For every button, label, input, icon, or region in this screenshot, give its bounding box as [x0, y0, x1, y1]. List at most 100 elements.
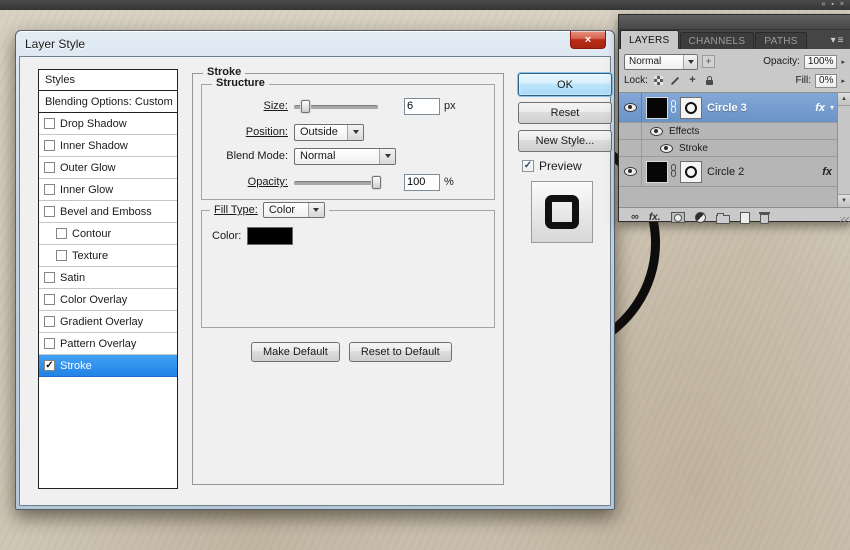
- color-swatch[interactable]: [247, 227, 293, 245]
- fx-badge[interactable]: fx: [822, 166, 832, 178]
- size-input[interactable]: [404, 98, 440, 115]
- new-layer-icon[interactable]: [740, 212, 750, 224]
- delete-layer-icon[interactable]: [760, 214, 769, 224]
- eye-icon[interactable]: [624, 103, 637, 112]
- opacity-label[interactable]: Opacity:: [208, 176, 288, 188]
- fill-flyout-icon[interactable]: ▸: [841, 77, 845, 85]
- move-lock-icon[interactable]: +: [702, 55, 715, 68]
- mask-thumbnail[interactable]: [681, 162, 701, 182]
- layer-row-circle-2[interactable]: Circle 2 fx: [619, 157, 837, 187]
- opacity-slider-track[interactable]: [294, 181, 378, 186]
- style-item-outer-glow[interactable]: Outer Glow: [39, 157, 177, 179]
- opacity-slider-thumb[interactable]: [372, 176, 381, 189]
- style-item-texture[interactable]: Texture: [39, 245, 177, 267]
- add-mask-icon[interactable]: [671, 212, 685, 223]
- opacity-flyout-icon[interactable]: ▸: [841, 58, 845, 66]
- reset-button[interactable]: Reset: [518, 102, 612, 124]
- style-item-inner-glow[interactable]: Inner Glow: [39, 179, 177, 201]
- style-item-blending-options[interactable]: Blending Options: Custom: [39, 91, 177, 113]
- adjustment-layer-icon[interactable]: [695, 212, 706, 223]
- panel-drag-bar[interactable]: [619, 15, 850, 30]
- reset-to-default-button[interactable]: Reset to Default: [349, 342, 452, 362]
- layer-name[interactable]: Circle 3: [707, 102, 747, 114]
- panel-menu-icon[interactable]: ▾ ≡: [824, 32, 850, 49]
- style-item-satin[interactable]: Satin: [39, 267, 177, 289]
- fill-value[interactable]: 0%: [815, 74, 837, 88]
- effects-header-row[interactable]: Effects: [619, 123, 837, 140]
- lock-position-icon[interactable]: +: [686, 74, 699, 87]
- checkbox[interactable]: [44, 118, 55, 129]
- collapse-panels-icon[interactable]: «: [822, 0, 826, 10]
- lock-transparency-icon[interactable]: [652, 74, 665, 87]
- style-item-pattern-overlay[interactable]: Pattern Overlay: [39, 333, 177, 355]
- style-item-stroke[interactable]: ✓ Stroke: [39, 355, 177, 377]
- mask-link-icon[interactable]: [669, 164, 677, 179]
- eye-icon[interactable]: [650, 127, 663, 136]
- checkbox[interactable]: [44, 338, 55, 349]
- dialog-close-button[interactable]: ×: [570, 31, 606, 49]
- layer-row-circle-3[interactable]: Circle 3 fx ▾: [619, 93, 837, 123]
- effect-label[interactable]: Stroke: [679, 143, 708, 154]
- visibility-cell[interactable]: [619, 157, 642, 186]
- preview-checkbox[interactable]: ✓: [522, 160, 534, 172]
- tab-layers[interactable]: LAYERS: [620, 30, 679, 49]
- checkbox[interactable]: [56, 228, 67, 239]
- checkbox[interactable]: [44, 162, 55, 173]
- mask-thumbnail[interactable]: [681, 98, 701, 118]
- dropdown-arrow-zone[interactable]: [308, 203, 324, 217]
- effect-stroke-row[interactable]: Stroke: [619, 140, 837, 157]
- lock-pixels-icon[interactable]: [669, 74, 682, 87]
- layer-thumbnail[interactable]: [647, 162, 667, 182]
- styles-list-header[interactable]: Styles: [39, 70, 177, 91]
- layer-style-icon[interactable]: fx.: [649, 213, 661, 223]
- blend-mode-dropdown[interactable]: Normal: [294, 148, 396, 165]
- new-style-button[interactable]: New Style...: [518, 130, 612, 152]
- new-group-icon[interactable]: [716, 215, 730, 224]
- checkbox[interactable]: [44, 294, 55, 305]
- size-slider[interactable]: [294, 99, 378, 114]
- checkbox-checked[interactable]: ✓: [44, 360, 55, 371]
- checkbox[interactable]: [44, 140, 55, 151]
- checkbox[interactable]: [44, 184, 55, 195]
- opacity-input[interactable]: [404, 174, 440, 191]
- close-icon[interactable]: ×: [840, 0, 844, 10]
- scroll-down-icon[interactable]: ▼: [838, 194, 850, 207]
- layers-scrollbar[interactable]: ▲ ▼: [837, 93, 850, 207]
- style-item-bevel-emboss[interactable]: Bevel and Emboss: [39, 201, 177, 223]
- opacity-slider[interactable]: [294, 175, 378, 190]
- panel-resize-grip[interactable]: [840, 217, 849, 226]
- fill-type-dropdown[interactable]: Color: [263, 202, 325, 218]
- checkbox[interactable]: [56, 250, 67, 261]
- tab-channels[interactable]: CHANNELS: [680, 32, 755, 49]
- mask-link-icon[interactable]: [669, 100, 677, 115]
- visibility-cell[interactable]: [619, 93, 642, 122]
- dropdown-arrow-zone[interactable]: [379, 149, 395, 164]
- panel-opacity-value[interactable]: 100%: [804, 55, 838, 69]
- style-item-contour[interactable]: Contour: [39, 223, 177, 245]
- style-item-gradient-overlay[interactable]: Gradient Overlay: [39, 311, 177, 333]
- eye-icon[interactable]: [660, 144, 673, 153]
- link-layers-icon[interactable]: ∞: [631, 212, 639, 223]
- make-default-button[interactable]: Make Default: [251, 342, 340, 362]
- style-item-inner-shadow[interactable]: Inner Shadow: [39, 135, 177, 157]
- checkbox[interactable]: [44, 272, 55, 283]
- dialog-titlebar[interactable]: Layer Style: [19, 31, 611, 56]
- size-slider-thumb[interactable]: [301, 100, 310, 113]
- checkbox[interactable]: [44, 316, 55, 327]
- layer-thumbnail[interactable]: [647, 98, 667, 118]
- panel-blend-mode-dropdown[interactable]: Normal: [624, 54, 698, 70]
- ok-button[interactable]: OK: [518, 73, 612, 96]
- checkbox[interactable]: [44, 206, 55, 217]
- effects-expand-icon[interactable]: ▾: [830, 103, 834, 112]
- dropdown-arrow-zone[interactable]: [683, 55, 697, 69]
- effects-label[interactable]: Effects: [669, 126, 699, 137]
- size-label[interactable]: Size:: [208, 100, 288, 112]
- dropdown-arrow-zone[interactable]: [347, 125, 363, 140]
- position-dropdown[interactable]: Outside: [294, 124, 364, 141]
- eye-icon[interactable]: [624, 167, 637, 176]
- tab-paths[interactable]: PATHS: [755, 32, 806, 49]
- lock-all-icon[interactable]: [703, 74, 716, 87]
- layer-name[interactable]: Circle 2: [707, 166, 744, 178]
- scroll-up-icon[interactable]: ▲: [838, 93, 850, 106]
- fx-badge[interactable]: fx: [815, 102, 825, 114]
